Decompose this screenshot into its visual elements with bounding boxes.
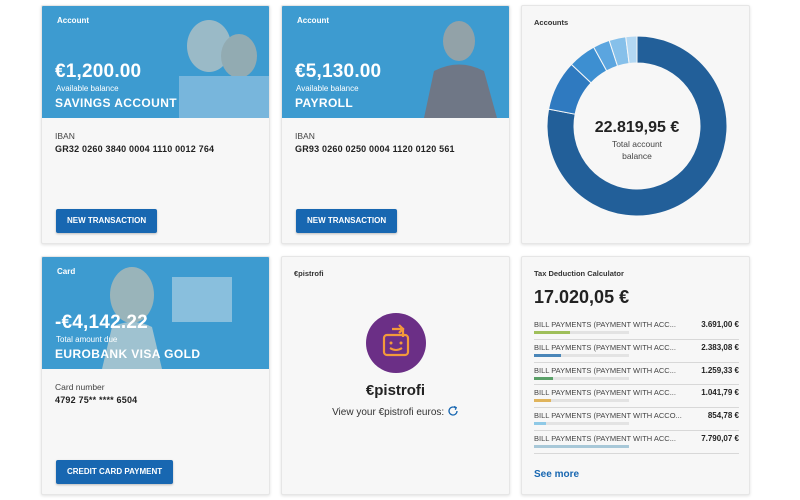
tax-item-label: BILL PAYMENTS (PAYMENT WITH ACC... [534,388,676,398]
tax-progress-fill [534,399,552,403]
epistrofi-title: €pistrofi [365,382,426,399]
tax-item-label: BILL PAYMENTS (PAYMENT WITH ACC... [534,365,676,375]
total-balance-caption: Total account balance [611,139,663,161]
credit-card-payment-button[interactable]: CREDIT CARD PAYMENT [56,460,174,484]
tax-item-label: BILL PAYMENTS (PAYMENT WITH ACC... [534,342,676,352]
account-balance: €5,130.00 [295,61,382,82]
epistrofi-logo [366,313,426,373]
accounts-title: Accounts [534,18,569,27]
tax-item-label: BILL PAYMENTS (PAYMENT WITH ACCO... [534,411,682,421]
tax-item-label: BILL PAYMENTS (PAYMENT WITH ACC... [534,320,676,329]
epistrofi-card[interactable]: €pistrofi €pistrofi View your €pistrofi … [281,256,510,495]
new-transaction-button[interactable]: NEW TRANSACTION [296,209,398,233]
tax-item-value: 1.041,79 € [701,388,739,398]
iban-label: IBAN [295,131,315,141]
iban-value: GR32 0260 3840 0004 1110 0012 764 [55,144,215,154]
credit-card-card[interactable]: Card -€4,142.22 Total amount due EUROBAN… [41,256,270,495]
list-item[interactable]: BILL PAYMENTS (PAYMENT WITH ACC... 1.259… [534,363,739,386]
man-photo [424,21,497,118]
tax-item-value: 1.259,33 € [701,365,739,375]
card-number-value: 4792 75** **** 6504 [55,395,138,405]
tax-deduction-list: BILL PAYMENTS (PAYMENT WITH ACC... 3.691… [534,317,739,454]
tax-item-value: 854,78 € [707,411,739,421]
tax-progress-track [534,353,629,357]
balance-caption: Available balance [56,84,119,93]
tax-title: Tax Deduction Calculator [534,269,624,278]
tax-progress-track [534,376,629,380]
refresh-icon[interactable] [447,405,459,417]
tax-progress-track [534,331,629,334]
list-item[interactable]: BILL PAYMENTS (PAYMENT WITH ACCO... 854,… [534,408,739,431]
tax-deduction-card[interactable]: Tax Deduction Calculator 17.020,05 € BIL… [521,256,750,495]
iban-value: GR93 0260 0250 0004 1120 0120 561 [295,144,455,154]
card-tag: Card [57,267,76,276]
amount-due: -€4,142.22 [55,312,148,333]
list-item[interactable]: BILL PAYMENTS (PAYMENT WITH ACC... 1.041… [534,385,739,409]
iban-label: IBAN [55,131,75,141]
accounts-summary-card[interactable]: Accounts 22.819,95 € Total account balan… [521,5,750,244]
new-transaction-button[interactable]: NEW TRANSACTION [56,209,158,233]
epistrofi-subtitle: View your €pistrofi euros: [282,405,509,418]
epistrofi-subtitle-text: View your €pistrofi euros: [332,407,445,418]
payroll-account-banner: Account €5,130.00 Available balance PAYR… [282,6,509,118]
tax-progress-fill [534,353,561,357]
list-item[interactable]: BILL PAYMENTS (PAYMENT WITH ACC... 2.383… [534,340,739,363]
card-tag: Account [297,16,329,25]
account-name: PAYROLL [295,96,354,110]
list-item[interactable]: BILL PAYMENTS (PAYMENT WITH ACC... 3.691… [534,317,739,340]
card-tag: Account [57,16,89,25]
total-balance: 22.819,95 € [594,119,680,136]
see-more-link[interactable]: See more [534,469,579,480]
card-name: EUROBANK VISA GOLD [55,347,201,361]
epistrofi-smile-icon [382,324,410,357]
tax-progress-fill [534,331,571,334]
tax-progress-fill [534,376,553,380]
tax-progress-track [534,399,629,403]
tax-progress-track [534,422,629,426]
card-number-label: Card number [55,382,105,392]
account-balance: €1,200.00 [55,61,142,82]
tax-item-value: 3.691,00 € [701,320,739,329]
tax-progress-fill [534,444,629,448]
account-name: SAVINGS ACCOUNT [55,96,178,110]
tax-item-label: BILL PAYMENTS (PAYMENT WITH ACC... [534,433,676,443]
savings-account-card[interactable]: Account €1,200.00 Available balance SAVI… [41,5,270,244]
tax-progress-fill [534,422,547,426]
balance-caption: Available balance [296,84,359,93]
savings-account-banner: Account €1,200.00 Available balance SAVI… [42,6,269,118]
amount-due-caption: Total amount due [56,335,118,344]
list-item[interactable]: BILL PAYMENTS (PAYMENT WITH ACC... 7.790… [534,431,739,454]
tax-item-value: 2.383,08 € [701,342,739,352]
tax-item-value: 7.790,07 € [701,433,739,443]
tax-progress-track [534,444,629,448]
donut-center: 22.819,95 € Total account balance [542,31,732,221]
epistrofi-tag: €pistrofi [294,269,324,278]
payroll-account-card[interactable]: Account €5,130.00 Available balance PAYR… [281,5,510,244]
credit-card-banner: Card -€4,142.22 Total amount due EUROBAN… [42,257,269,369]
tax-total: 17.020,05 € [534,287,630,307]
